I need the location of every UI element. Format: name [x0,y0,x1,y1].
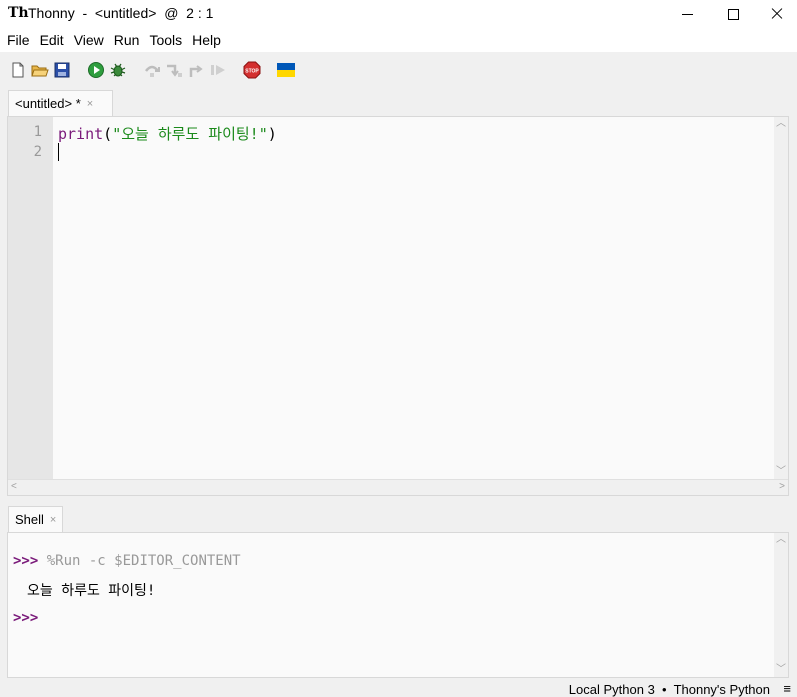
scroll-right-icon[interactable]: > [779,482,785,492]
shell-tab[interactable]: Shell × [8,506,63,532]
toolbar: STOP [0,52,797,88]
editor-tab-untitled[interactable]: <untitled> * × [8,90,113,116]
run-icon [88,62,104,78]
step-into-button[interactable] [165,61,183,79]
menu-file[interactable]: File [2,28,35,52]
interpreter-status[interactable]: Local Python 3 • Thonny's Python [569,682,770,697]
close-button[interactable] [754,0,797,28]
editor-tab-label: <untitled> * [15,96,81,111]
shell-prompt: >>> [13,610,39,626]
resume-icon [211,65,225,75]
scroll-up-icon[interactable]: ︿ [776,535,786,545]
open-file-button[interactable] [31,61,49,79]
code-string: "오늘 하루도 파이팅!" [112,125,268,143]
shell-tab-close-icon[interactable]: × [50,514,56,526]
debug-button[interactable] [109,61,127,79]
code-paren-close: ) [267,125,277,143]
save-icon [54,62,70,78]
stop-button[interactable]: STOP [243,61,261,79]
step-out-button[interactable] [187,61,205,79]
step-into-icon [167,64,182,77]
editor-tab-close-icon[interactable]: × [87,98,93,110]
shell-prompt: >>> [13,553,39,569]
code-keyword: print [58,125,104,143]
menu-run[interactable]: Run [109,28,145,52]
status-menu-icon[interactable]: ≡ [783,681,791,696]
menu-help[interactable]: Help [187,28,226,52]
scroll-down-icon[interactable]: ﹀ [776,467,786,477]
shell-tab-bar: Shell × [0,504,797,532]
minimize-icon [681,13,693,15]
close-icon [770,7,784,21]
shell-command-line: >>> %Run -c $EDITOR_CONTENT [13,553,241,569]
scroll-left-icon[interactable]: < [11,482,17,492]
run-button[interactable] [87,61,105,79]
shell-output: 오늘 하루도 파이팅! [27,583,156,599]
ukraine-flag-icon [277,63,295,77]
save-file-button[interactable] [53,61,71,79]
editor-horizontal-scrollbar[interactable]: < > [8,479,788,495]
thonny-logo-icon: Th [8,5,29,21]
maximize-icon [727,8,739,20]
svg-text:STOP: STOP [245,69,259,75]
step-out-icon [189,65,203,77]
shell-input-line[interactable]: >>> [13,610,38,626]
menu-tools[interactable]: Tools [144,28,187,52]
text-caret [58,143,59,161]
title-bar: Th Thonny - <untitled> @ 2 : 1 [0,0,797,28]
scroll-down-icon[interactable]: ﹀ [776,665,786,675]
window-title: Thonny - <untitled> @ 2 : 1 [28,5,214,21]
code-paren-open: ( [103,125,113,143]
editor-tab-bar: <untitled> * × [0,88,797,116]
new-file-icon [12,62,24,78]
step-over-icon [145,65,160,77]
folder-open-icon [31,65,49,77]
stop-icon: STOP [243,61,261,79]
new-file-button[interactable] [9,61,27,79]
menu-edit[interactable]: Edit [35,28,69,52]
shell-console[interactable]: >>> %Run -c $EDITOR_CONTENT 오늘 하루도 파이팅! … [7,532,789,678]
code-line-1: print("오늘 하루도 파이팅!") [58,123,277,144]
ukraine-support-button[interactable] [277,61,295,79]
line-number-gutter: 1 2 [8,117,53,479]
scroll-up-icon[interactable]: ︿ [776,119,786,129]
minimize-button[interactable] [664,0,710,28]
line-number: 1 [33,124,42,140]
menu-bar: File Edit View Run Tools Help [0,28,797,52]
editor-vertical-scrollbar[interactable]: ︿ ﹀ [774,117,788,479]
shell-tab-label: Shell [15,512,44,527]
shell-vertical-scrollbar[interactable]: ︿ ﹀ [774,533,788,677]
resume-button[interactable] [209,61,227,79]
step-over-button[interactable] [143,61,161,79]
menu-view[interactable]: View [69,28,109,52]
status-bar: Local Python 3 • Thonny's Python ≡ [0,680,797,697]
line-number: 2 [33,144,42,160]
shell-command: %Run -c $EDITOR_CONTENT [46,553,241,569]
bug-icon [110,63,126,77]
maximize-button[interactable] [710,0,756,28]
code-editor[interactable]: 1 2 print("오늘 하루도 파이팅!") ︿ ﹀ < > [7,116,789,496]
